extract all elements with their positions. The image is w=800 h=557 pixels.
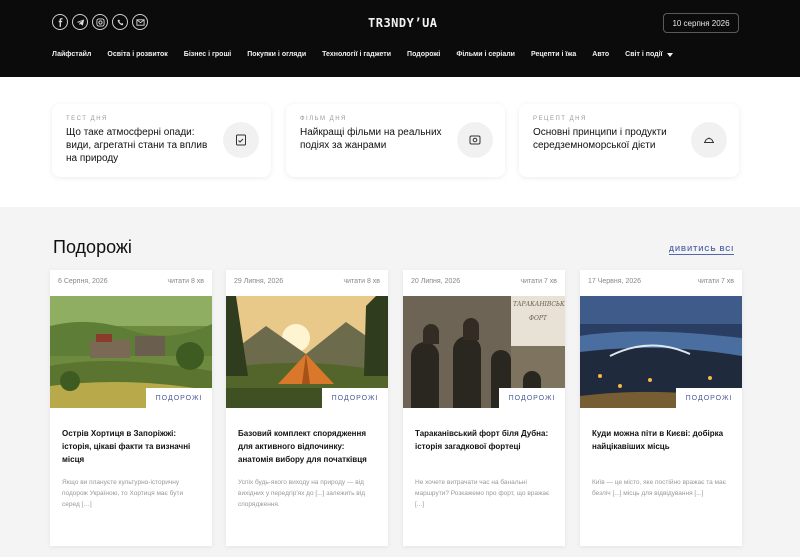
article-card[interactable]: 29 Липня, 2026 читати 8 хв ПОДОРОЖІ Базо…: [226, 270, 388, 546]
current-date: 10 серпня 2026: [663, 13, 739, 33]
card-read-time: читати 8 хв: [167, 278, 204, 285]
main-nav: Лайфстайл Освіта і розвиток Бізнес і гро…: [52, 51, 673, 58]
nav-item-business[interactable]: Бізнес і гроші: [184, 51, 231, 58]
instagram-icon[interactable]: [92, 14, 108, 30]
telegram-icon[interactable]: [72, 14, 88, 30]
nav-item-travel[interactable]: Подорожі: [407, 51, 440, 58]
article-card[interactable]: 20 Липня, 2026 читати 7 хв ТАРАКАНІВСЬКИ…: [403, 270, 565, 546]
card-meta: 29 Липня, 2026 читати 8 хв: [234, 278, 380, 285]
card-excerpt: Успіх будь-якого виходу на природу — від…: [238, 479, 365, 508]
dish-icon: [691, 122, 727, 158]
site-header: TR3NDY’UA 10 серпня 2026 Лайфстайл Освіт…: [0, 0, 800, 77]
card-meta: 6 Серпня, 2026 читати 8 хв: [58, 278, 204, 285]
viber-icon[interactable]: [112, 14, 128, 30]
nav-item-world[interactable]: Світ і події: [625, 51, 673, 58]
svg-text:ФОРТ: ФОРТ: [529, 315, 548, 322]
site-logo[interactable]: TR3NDY’UA: [368, 16, 438, 30]
card-date: 6 Серпня, 2026: [58, 278, 108, 285]
category-badge[interactable]: ПОДОРОЖІ: [146, 388, 212, 408]
card-meta: 17 Червня, 2026 читати 7 хв: [588, 278, 734, 285]
nav-item-tech[interactable]: Технології і гаджети: [322, 51, 391, 58]
card-title[interactable]: Тараканівський форт біля Дубна: історія …: [415, 427, 553, 453]
card-meta: 20 Липня, 2026 читати 7 хв: [411, 278, 557, 285]
nav-item-world-label: Світ і події: [625, 51, 663, 58]
featured-strip: ТЕСТ ДНЯ Що таке атмосферні опади: види,…: [0, 77, 800, 207]
card-date: 20 Липня, 2026: [411, 278, 461, 285]
featured-category: ТЕСТ ДНЯ: [66, 116, 108, 122]
article-card[interactable]: 6 Серпня, 2026 читати 8 хв ПОДОРОЖІ Остр…: [50, 270, 212, 546]
nav-item-shopping[interactable]: Покупки і огляди: [247, 51, 306, 58]
test-icon: [223, 122, 259, 158]
view-all-link[interactable]: ДИВИТИСЬ ВСІ: [669, 246, 735, 255]
featured-title[interactable]: Що таке атмосферні опади: види, агрегатн…: [66, 126, 216, 165]
svg-text:ТАРАКАНІВСЬКИЙ: ТАРАКАНІВСЬКИЙ: [513, 300, 565, 308]
category-badge[interactable]: ПОДОРОЖІ: [676, 388, 742, 408]
featured-category: ФІЛЬМ ДНЯ: [300, 116, 347, 122]
nav-item-auto[interactable]: Авто: [592, 51, 609, 58]
section-title: Подорожі: [53, 237, 132, 257]
card-date: 17 Червня, 2026: [588, 278, 642, 285]
category-badge[interactable]: ПОДОРОЖІ: [322, 388, 388, 408]
featured-card-film[interactable]: ФІЛЬМ ДНЯ Найкращі фільми на реальних по…: [286, 104, 505, 177]
article-card[interactable]: 17 Червня, 2026 читати 7 хв ПОДОРОЖІ Куд…: [580, 270, 742, 546]
featured-card-test[interactable]: ТЕСТ ДНЯ Що таке атмосферні опади: види,…: [52, 104, 271, 177]
featured-card-recipe[interactable]: РЕЦЕПТ ДНЯ Основні принципи і продукти с…: [519, 104, 739, 177]
social-links: [52, 14, 148, 30]
featured-category: РЕЦЕПТ ДНЯ: [533, 116, 587, 122]
card-read-time: читати 8 хв: [343, 278, 380, 285]
mail-icon[interactable]: [132, 14, 148, 30]
nav-item-movies[interactable]: Фільми і серіали: [456, 51, 515, 58]
card-excerpt: Якщо ви плануєте культурно-історичну под…: [62, 479, 184, 508]
card-title[interactable]: Куди можна піти в Києві: добірка найціка…: [592, 427, 730, 453]
card-excerpt: Київ — це місто, яке постійно вражає та …: [592, 479, 726, 497]
card-read-time: читати 7 хв: [697, 278, 734, 285]
chevron-down-icon: [666, 52, 673, 57]
nav-item-education[interactable]: Освіта і розвиток: [107, 51, 167, 58]
nav-item-recipes[interactable]: Рецепти і їжа: [531, 51, 576, 58]
card-excerpt: Не хочете витрачати час на банальні марш…: [415, 479, 550, 508]
film-icon: [457, 122, 493, 158]
nav-item-lifestyle[interactable]: Лайфстайл: [52, 51, 91, 58]
category-badge[interactable]: ПОДОРОЖІ: [499, 388, 565, 408]
card-read-time: читати 7 хв: [520, 278, 557, 285]
card-title[interactable]: Базовий комплект спорядження для активно…: [238, 427, 376, 466]
facebook-icon[interactable]: [52, 14, 68, 30]
featured-title[interactable]: Основні принципи і продукти середземномо…: [533, 126, 689, 152]
card-date: 29 Липня, 2026: [234, 278, 284, 285]
featured-title[interactable]: Найкращі фільми на реальних подіях за жа…: [300, 126, 445, 152]
card-title[interactable]: Острів Хортиця в Запоріжжі: історія, цік…: [62, 427, 200, 466]
